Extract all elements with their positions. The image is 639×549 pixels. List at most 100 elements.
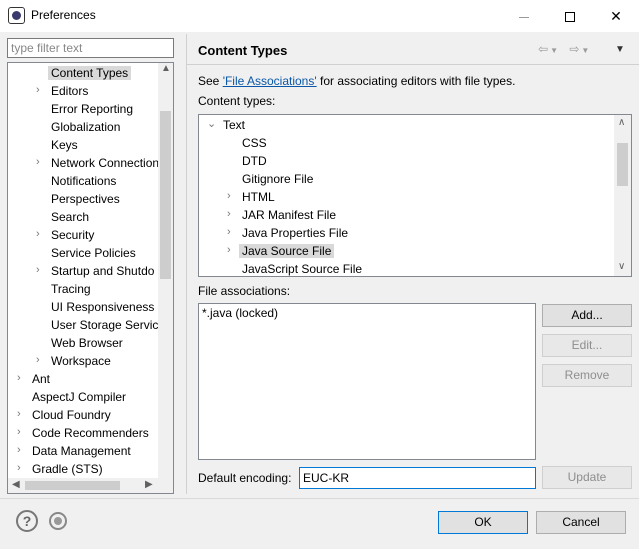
chevron-right-icon[interactable]: › bbox=[227, 227, 235, 238]
footer-separator bbox=[0, 498, 639, 499]
add-button[interactable]: Add... bbox=[542, 304, 632, 327]
tree-item-label: Ant bbox=[32, 372, 51, 386]
scroll-right-arrow-icon[interactable]: ▶ bbox=[145, 479, 153, 490]
maximize-button[interactable] bbox=[547, 0, 593, 32]
view-menu-icon[interactable]: ▼ bbox=[615, 44, 625, 55]
tree-item[interactable]: › Code Recommenders bbox=[17, 424, 152, 442]
tree-item-label: UI Responsiveness M bbox=[51, 300, 168, 314]
edit-button[interactable]: Edit... bbox=[542, 334, 632, 357]
content-types-scroll-thumb[interactable] bbox=[617, 143, 628, 186]
chevron-right-icon[interactable]: › bbox=[36, 157, 44, 168]
eclipse-app-icon bbox=[8, 7, 25, 24]
forward-arrow-icon[interactable]: ⇨ bbox=[569, 42, 579, 56]
tree-horizontal-scroll-thumb[interactable] bbox=[25, 481, 120, 490]
file-association-item[interactable]: *.java (locked) bbox=[202, 306, 532, 320]
tree-item[interactable]: › Startup and Shutdo bbox=[36, 262, 157, 280]
window-title: Preferences bbox=[31, 8, 96, 22]
tree-vertical-scrollbar[interactable]: ▲ bbox=[158, 63, 173, 479]
record-icon[interactable] bbox=[49, 512, 67, 530]
chevron-right-icon[interactable]: › bbox=[17, 427, 25, 438]
tree-item[interactable]: › Cloud Foundry bbox=[17, 406, 114, 424]
tree-item[interactable]: Service Policies bbox=[48, 244, 139, 262]
file-associations-list[interactable]: *.java (locked) bbox=[198, 303, 536, 460]
preferences-tree[interactable]: Content Types › Editors Error Reporting Glob… bbox=[7, 62, 174, 494]
minimize-button[interactable] bbox=[501, 0, 547, 32]
content-types-scrollbar[interactable]: ∧ ∨ bbox=[614, 115, 631, 276]
chevron-right-icon[interactable]: › bbox=[17, 463, 25, 474]
content-type-item[interactable]: JavaScript Source File bbox=[239, 260, 365, 276]
tree-item[interactable]: › Data Management bbox=[17, 442, 134, 460]
tree-item[interactable]: User Storage Service bbox=[48, 316, 168, 334]
chevron-right-icon[interactable]: › bbox=[36, 355, 44, 366]
tree-item-label: Globalization bbox=[51, 120, 121, 134]
tree-item-label: Cloud Foundry bbox=[32, 408, 111, 422]
content-type-label: JAR Manifest File bbox=[242, 208, 337, 222]
close-button[interactable]: ✕ bbox=[593, 0, 639, 32]
tree-item[interactable]: Notifications bbox=[48, 172, 119, 190]
tree-item-label: Security bbox=[51, 228, 95, 242]
default-encoding-input[interactable] bbox=[299, 467, 536, 489]
content-type-item[interactable]: DTD bbox=[239, 152, 270, 170]
content-types-tree[interactable]: ⌄ Text CSS DTD Gitignore File › HTML › JAR Manif… bbox=[198, 114, 632, 277]
chevron-right-icon[interactable]: › bbox=[17, 445, 25, 456]
tree-item[interactable]: › Gradle (STS) bbox=[17, 460, 106, 478]
remove-button[interactable]: Remove bbox=[542, 364, 632, 387]
pane-divider[interactable] bbox=[186, 34, 187, 494]
content-type-item[interactable]: CSS bbox=[239, 134, 270, 152]
chevron-right-icon[interactable]: › bbox=[17, 409, 25, 420]
filter-input[interactable] bbox=[7, 38, 174, 58]
content-type-root[interactable]: ⌄ Text bbox=[207, 116, 248, 134]
file-associations-link[interactable]: 'File Associations' bbox=[223, 74, 317, 88]
close-icon: ✕ bbox=[610, 8, 622, 24]
tree-item-label: User Storage Service bbox=[51, 318, 166, 332]
chevron-right-icon[interactable]: › bbox=[36, 229, 44, 240]
tree-item-label: Web Browser bbox=[51, 336, 123, 350]
scroll-left-arrow-icon[interactable]: ◀ bbox=[12, 479, 20, 490]
tree-item-label: AspectJ Compiler bbox=[32, 390, 127, 404]
tree-item[interactable]: Perspectives bbox=[48, 190, 123, 208]
chevron-right-icon[interactable]: › bbox=[227, 191, 235, 202]
tree-item[interactable]: › Editors bbox=[36, 82, 91, 100]
tree-item[interactable]: › Security bbox=[36, 226, 97, 244]
tree-item[interactable]: › Network Connection bbox=[36, 154, 162, 172]
back-arrow-icon[interactable]: ⇦ bbox=[538, 42, 548, 56]
tree-item[interactable]: › Ant bbox=[17, 370, 53, 388]
tree-horizontal-scrollbar[interactable]: ◀ ▶ bbox=[8, 478, 173, 493]
content-type-item[interactable]: Gitignore File bbox=[239, 170, 316, 188]
tree-item[interactable]: AspectJ Compiler bbox=[29, 388, 129, 406]
chevron-right-icon[interactable]: › bbox=[17, 373, 25, 384]
tree-item-label: Network Connection bbox=[51, 156, 160, 170]
tree-item[interactable]: Globalization bbox=[48, 118, 123, 136]
content-type-item[interactable]: › Java Properties File bbox=[227, 224, 351, 242]
chevron-right-icon[interactable]: › bbox=[227, 245, 235, 256]
chevron-right-icon[interactable]: › bbox=[227, 209, 235, 220]
tree-item[interactable]: Keys bbox=[48, 136, 81, 154]
hint-prefix: See bbox=[198, 74, 223, 88]
chevron-right-icon[interactable]: › bbox=[36, 265, 44, 276]
update-button[interactable]: Update bbox=[542, 466, 632, 489]
tree-item[interactable]: UI Responsiveness M bbox=[48, 298, 171, 316]
help-icon[interactable]: ? bbox=[16, 510, 38, 532]
chevron-right-icon[interactable]: › bbox=[36, 85, 44, 96]
tree-item[interactable]: Content Types bbox=[48, 64, 132, 82]
tree-item[interactable]: Search bbox=[48, 208, 92, 226]
content-type-label: Gitignore File bbox=[242, 172, 314, 186]
tree-item[interactable]: Web Browser bbox=[48, 334, 126, 352]
tree-item-label: Startup and Shutdo bbox=[51, 264, 155, 278]
scroll-down-arrow-icon[interactable]: ∨ bbox=[618, 261, 625, 272]
page-navigation: ⇦ ▼ ⇨ ▼ bbox=[538, 42, 591, 56]
tree-item[interactable]: › Workspace bbox=[36, 352, 114, 370]
tree-item[interactable]: Error Reporting bbox=[48, 100, 136, 118]
tree-vertical-scroll-thumb[interactable] bbox=[160, 111, 171, 279]
cancel-button[interactable]: Cancel bbox=[536, 511, 626, 534]
scroll-up-arrow-icon[interactable]: ▲ bbox=[161, 63, 171, 74]
back-menu-chevron-icon[interactable]: ▼ bbox=[550, 46, 558, 55]
scroll-up-arrow-icon[interactable]: ∧ bbox=[618, 117, 625, 128]
tree-item[interactable]: Tracing bbox=[48, 280, 94, 298]
forward-menu-chevron-icon[interactable]: ▼ bbox=[581, 46, 589, 55]
chevron-down-icon[interactable]: ⌄ bbox=[207, 119, 216, 130]
content-type-item[interactable]: › HTML bbox=[227, 188, 278, 206]
ok-button[interactable]: OK bbox=[438, 511, 528, 534]
content-type-item[interactable]: › JAR Manifest File bbox=[227, 206, 339, 224]
content-type-item[interactable]: › Java Source File bbox=[227, 242, 335, 260]
